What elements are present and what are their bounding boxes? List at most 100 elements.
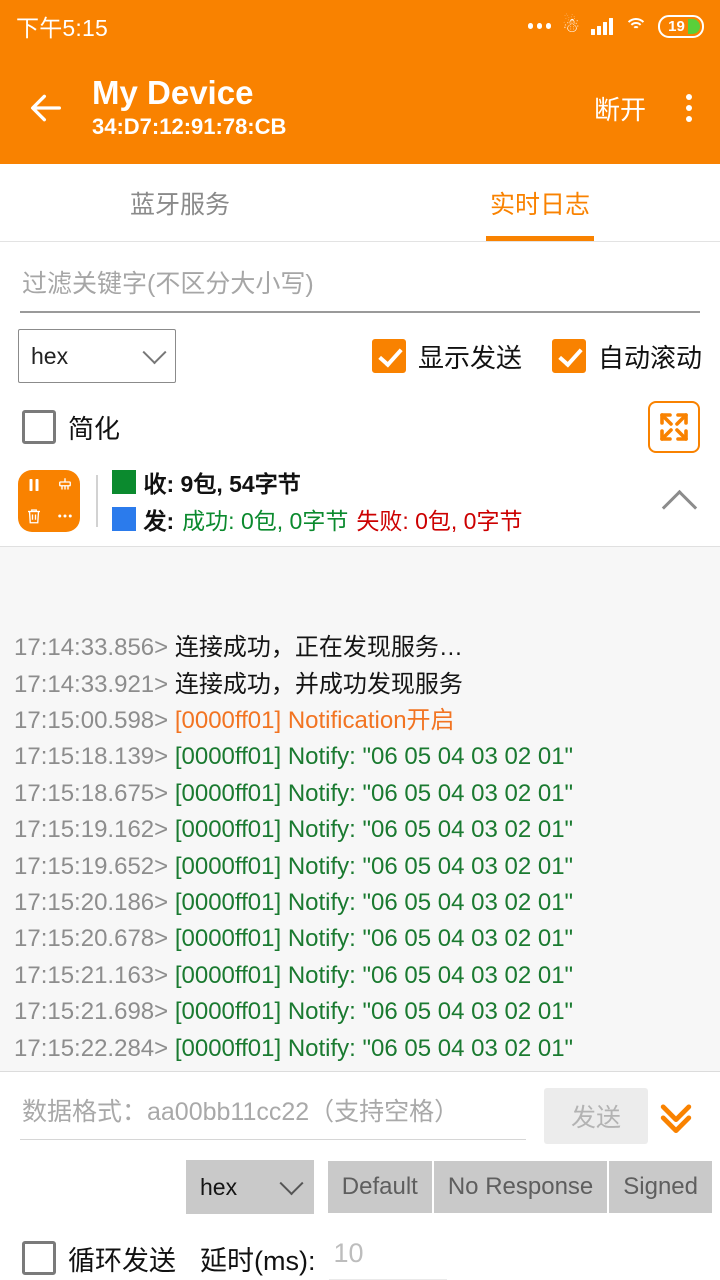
- tab-realtime-log[interactable]: 实时日志: [360, 164, 720, 241]
- write-mode-signed[interactable]: Signed: [609, 1161, 712, 1213]
- tab-bluetooth-services[interactable]: 蓝牙服务: [0, 164, 360, 241]
- log-message: [0000ff01] Notify: "06 05 04 03 02 01": [175, 1035, 573, 1062]
- brush-icon: [56, 476, 74, 494]
- write-mode-group: Default No Response Signed: [328, 1161, 712, 1213]
- log-message: [0000ff01] Notify: "06 05 04 03 02 01": [175, 816, 573, 843]
- tab-bar: 蓝牙服务 实时日志: [0, 164, 720, 242]
- bluetooth-debug-screen: 下午5:15 ☃ 19 My Device 34:D7:12:91:78:CB …: [0, 0, 720, 1280]
- log-panel[interactable]: 17:14:33.856> 连接成功，正在发现服务…17:14:33.921> …: [0, 546, 720, 1072]
- overflow-menu-icon[interactable]: [658, 94, 720, 122]
- loop-send-row: 循环发送 延时(ms):: [0, 1214, 720, 1280]
- filter-input[interactable]: [20, 264, 700, 313]
- expand-arrows-icon: [650, 403, 698, 451]
- rx-stat-line: 收: 9包, 54字节: [112, 465, 665, 499]
- log-timestamp: 17:15:21.698>: [14, 998, 175, 1025]
- log-timestamp: 17:14:33.856>: [14, 634, 175, 661]
- log-message: [0000ff01] Notification开启: [175, 707, 455, 734]
- log-message: [0000ff01] Notify: "06 05 04 03 02 01": [175, 853, 573, 880]
- rx-color-swatch: [112, 470, 136, 494]
- log-format-value: hex: [31, 343, 146, 370]
- log-message: [0000ff01] Notify: "06 05 04 03 02 01": [175, 962, 573, 989]
- tx-success-text: 成功: 0包, 0字节: [182, 502, 348, 536]
- wifi-icon: [624, 18, 647, 35]
- send-row: 发送: [0, 1072, 720, 1152]
- log-timestamp: 17:15:20.186>: [14, 889, 175, 916]
- log-message: [0000ff01] Notify: "06 05 04 03 02 01": [175, 998, 573, 1025]
- log-timestamp: 17:15:19.652>: [14, 853, 175, 880]
- log-timestamp: 17:14:33.921>: [14, 671, 175, 698]
- rx-stat-text: 收: 9包, 54字节: [144, 465, 301, 499]
- log-line: 17:15:19.162> [0000ff01] Notify: "06 05 …: [14, 812, 716, 848]
- app-bar: My Device 34:D7:12:91:78:CB 断开: [0, 52, 720, 164]
- tx-fail-text: 失败: 0包, 0字节: [356, 502, 522, 536]
- trash-icon: [25, 507, 43, 525]
- log-timestamp: 17:15:21.163>: [14, 962, 175, 989]
- send-button[interactable]: 发送: [544, 1088, 648, 1144]
- write-mode-default[interactable]: Default: [328, 1161, 432, 1213]
- checkbox-box: [22, 1241, 56, 1275]
- stats-divider: [96, 475, 98, 527]
- log-message: [0000ff01] Notify: "06 05 04 03 02 01": [175, 889, 573, 916]
- log-line: 17:15:21.163> [0000ff01] Notify: "06 05 …: [14, 958, 716, 994]
- log-timestamp: 17:15:18.139>: [14, 743, 175, 770]
- write-format-value: hex: [200, 1174, 283, 1201]
- delay-input[interactable]: [329, 1236, 447, 1280]
- more-icon: [56, 507, 74, 525]
- tx-prefix: 发:: [144, 502, 175, 536]
- stats-row: 收: 9包, 54字节 发: 成功: 0包, 0字节 失败: 0包, 0字节: [0, 453, 720, 546]
- log-list: 17:14:33.856> 连接成功，正在发现服务…17:14:33.921> …: [0, 630, 720, 1071]
- log-message: [0000ff01] Notify: "06 05 04 03 02 01": [175, 743, 573, 770]
- pause-icon: [25, 476, 43, 494]
- bluetooth-icon: ☃: [562, 16, 580, 36]
- log-line: 17:15:22.284> [0000ff01] Notify: "06 05 …: [14, 1031, 716, 1067]
- simplify-label: 简化: [68, 409, 120, 446]
- write-mode-no-response[interactable]: No Response: [434, 1161, 607, 1213]
- battery-level-text: 19: [668, 18, 685, 35]
- delay-label: 延时(ms):: [200, 1239, 315, 1278]
- log-timestamp: 17:15:22.284>: [14, 1035, 175, 1062]
- filter-row: [0, 242, 720, 313]
- log-message: 连接成功，并成功发现服务: [175, 671, 463, 698]
- expand-log-button[interactable]: [648, 401, 700, 453]
- send-data-input[interactable]: [20, 1092, 526, 1140]
- log-line: 17:14:33.921> 连接成功，并成功发现服务: [14, 667, 716, 703]
- more-dots-icon: [528, 23, 552, 29]
- write-type-row: hex Default No Response Signed: [0, 1152, 720, 1214]
- arrow-left-icon: [26, 88, 66, 128]
- write-format-select[interactable]: hex: [186, 1160, 314, 1214]
- log-line: 17:15:18.675> [0000ff01] Notify: "06 05 …: [14, 776, 716, 812]
- double-chevron-down-icon: [654, 1094, 698, 1138]
- signal-icon: [591, 17, 613, 35]
- status-icon-group: ☃ 19: [528, 15, 704, 38]
- log-line: 17:15:20.678> [0000ff01] Notify: "06 05 …: [14, 921, 716, 957]
- simplify-checkbox[interactable]: 简化: [22, 409, 120, 446]
- page-title: My Device: [92, 74, 253, 112]
- loop-send-checkbox[interactable]: 循环发送: [22, 1239, 176, 1278]
- log-line: 17:15:21.698> [0000ff01] Notify: "06 05 …: [14, 994, 716, 1030]
- traffic-stats: 收: 9包, 54字节 发: 成功: 0包, 0字节 失败: 0包, 0字节: [112, 465, 665, 536]
- battery-icon: 19: [658, 15, 704, 38]
- tx-stat-line: 发: 成功: 0包, 0字节 失败: 0包, 0字节: [112, 502, 665, 536]
- auto-scroll-checkbox[interactable]: 自动滚动: [552, 338, 702, 375]
- log-controls-row: hex 显示发送 自动滚动: [0, 313, 720, 383]
- title-block: My Device 34:D7:12:91:78:CB: [92, 74, 582, 142]
- auto-scroll-label: 自动滚动: [598, 338, 702, 375]
- status-bar: 下午5:15 ☃ 19: [0, 0, 720, 52]
- disconnect-button[interactable]: 断开: [582, 90, 658, 127]
- checkbox-box: [552, 339, 586, 373]
- loop-send-label: 循环发送: [68, 1239, 176, 1278]
- log-actions-button[interactable]: [18, 470, 80, 532]
- log-format-select[interactable]: hex: [18, 329, 176, 383]
- collapse-stats-button[interactable]: [664, 486, 694, 516]
- device-mac-address: 34:D7:12:91:78:CB: [92, 113, 286, 142]
- show-send-checkbox[interactable]: 显示发送: [372, 338, 522, 375]
- chevron-down-icon: [142, 340, 166, 364]
- log-line: 17:15:20.186> [0000ff01] Notify: "06 05 …: [14, 885, 716, 921]
- log-message: [0000ff01] Notify: "06 05 04 03 02 01": [175, 780, 573, 807]
- back-button[interactable]: [0, 88, 92, 128]
- log-timestamp: 17:15:19.162>: [14, 816, 175, 843]
- log-timestamp: 17:15:20.678>: [14, 925, 175, 952]
- log-timestamp: 17:15:18.675>: [14, 780, 175, 807]
- scroll-to-bottom-button[interactable]: [648, 1094, 704, 1138]
- log-line: 17:15:18.139> [0000ff01] Notify: "06 05 …: [14, 739, 716, 775]
